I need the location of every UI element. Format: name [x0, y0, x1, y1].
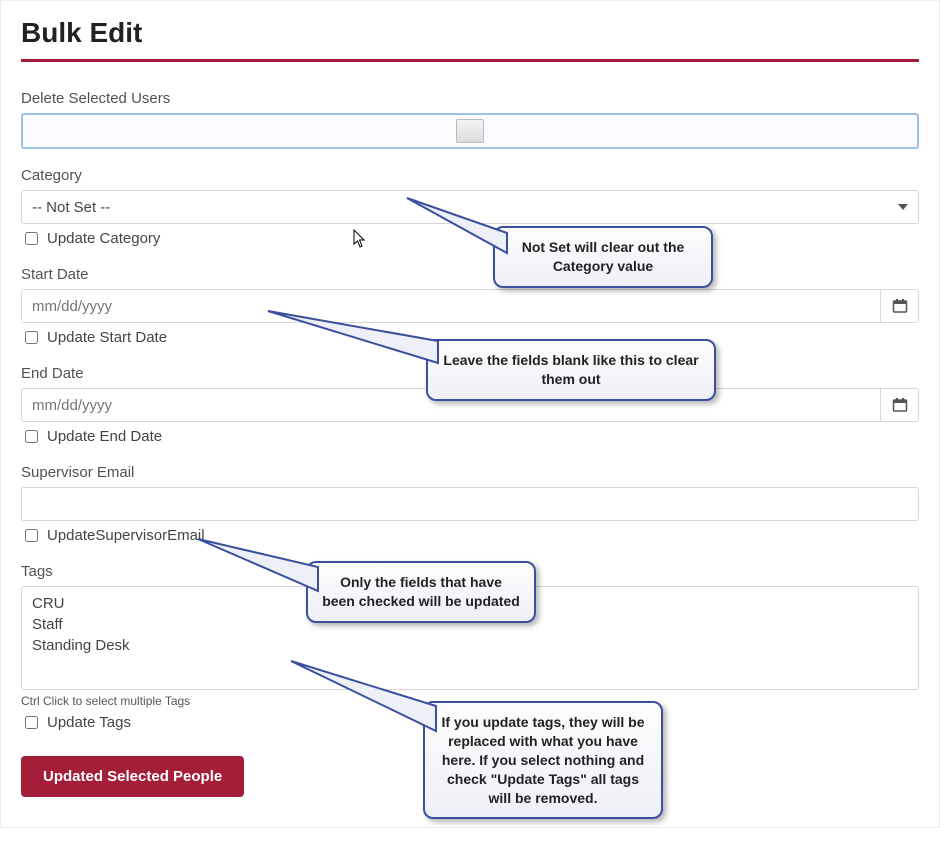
supervisor-email-input[interactable]: [21, 487, 919, 521]
page-title: Bulk Edit: [21, 17, 919, 49]
delete-users-label: Delete Selected Users: [21, 90, 919, 107]
callout-text: Not Set will clear out the Category valu…: [522, 239, 685, 274]
callout-tags-replace: If you update tags, they will be replace…: [423, 701, 663, 819]
update-tags-checkbox[interactable]: [25, 716, 38, 729]
update-category-checkbox[interactable]: [25, 232, 38, 245]
update-supervisor-checkbox[interactable]: [25, 529, 38, 542]
update-end-date-row[interactable]: Update End Date: [21, 427, 919, 446]
callout-text: Only the fields that have been checked w…: [322, 574, 520, 609]
heading-rule: [21, 59, 919, 62]
updated-selected-people-button[interactable]: Updated Selected People: [21, 756, 244, 797]
start-date-label: Start Date: [21, 266, 919, 283]
update-start-date-label: Update Start Date: [47, 329, 167, 346]
chevron-down-icon: [898, 204, 908, 210]
callout-not-set: Not Set will clear out the Category valu…: [493, 226, 713, 288]
update-supervisor-label: UpdateSupervisorEmail: [47, 527, 205, 544]
callout-blank-fields: Leave the fields blank like this to clea…: [426, 339, 716, 401]
start-date-input[interactable]: [22, 290, 880, 322]
delete-users-group: Delete Selected Users: [21, 90, 919, 149]
callout-text: If you update tags, they will be replace…: [441, 714, 644, 806]
calendar-icon: [892, 397, 908, 413]
update-category-label: Update Category: [47, 230, 160, 247]
update-start-date-checkbox[interactable]: [25, 331, 38, 344]
update-supervisor-row[interactable]: UpdateSupervisorEmail: [21, 526, 919, 545]
end-date-calendar-button[interactable]: [880, 389, 918, 421]
category-label: Category: [21, 167, 919, 184]
update-end-date-label: Update End Date: [47, 428, 162, 445]
supervisor-group: Supervisor Email UpdateSupervisorEmail: [21, 464, 919, 545]
tags-option[interactable]: Standing Desk: [22, 635, 918, 656]
delete-users-select[interactable]: [21, 113, 919, 149]
start-date-group: Start Date Update Start Date: [21, 266, 919, 347]
callout-text: Leave the fields blank like this to clea…: [443, 352, 698, 387]
cursor-icon: [353, 229, 367, 249]
supervisor-label: Supervisor Email: [21, 464, 919, 481]
update-end-date-checkbox[interactable]: [25, 430, 38, 443]
category-selected-value: -- Not Set --: [32, 199, 110, 216]
calendar-icon: [892, 298, 908, 314]
bulk-edit-form: Bulk Edit Delete Selected Users Category…: [0, 0, 940, 828]
callout-checked-fields: Only the fields that have been checked w…: [306, 561, 536, 623]
update-tags-label: Update Tags: [47, 714, 131, 731]
start-date-field[interactable]: [21, 289, 919, 323]
drag-handle-icon: [456, 119, 484, 143]
start-date-calendar-button[interactable]: [880, 290, 918, 322]
